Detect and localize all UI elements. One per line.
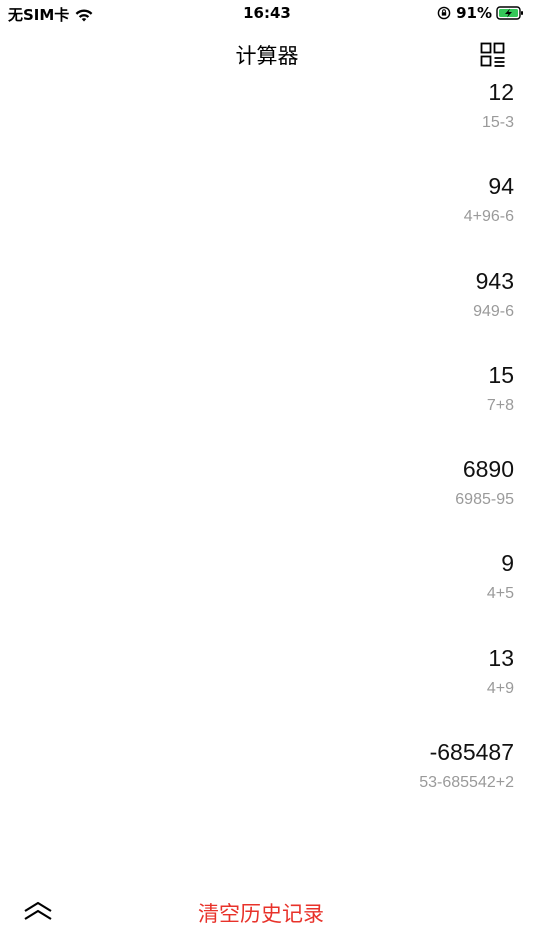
history-item[interactable]: 943 949-6: [0, 261, 534, 355]
battery-charging-icon: [496, 6, 523, 20]
history-item[interactable]: 6890 6985-95: [0, 449, 534, 543]
history-result: 94: [488, 173, 514, 200]
history-expression: 949-6: [473, 302, 514, 320]
history-item[interactable]: 94 4+96-6: [0, 166, 534, 260]
grid-icon[interactable]: [480, 42, 506, 68]
history-result: 12: [488, 79, 514, 105]
history-result: -685487: [429, 739, 514, 766]
history-expression: 15-3: [481, 114, 514, 131]
history-expression: 4+5: [486, 585, 514, 603]
history-item[interactable]: 15 7+8: [0, 355, 534, 449]
status-right: 91%: [437, 4, 524, 22]
history-expression: 4+9: [486, 679, 514, 697]
nav-bar: 计算器: [0, 36, 534, 72]
battery-percent: 91%: [456, 4, 492, 22]
bottom-bar: 清空历史记录: [0, 888, 534, 938]
double-chevron-up-icon[interactable]: [22, 898, 54, 924]
history-item[interactable]: 13 4+9: [0, 638, 534, 732]
history-result: 6890: [462, 456, 514, 483]
history-result: 15: [488, 361, 514, 388]
status-bar: 无SIM卡 16:43 91%: [0, 0, 534, 28]
history-result: 9: [501, 550, 514, 577]
history-expression: 7+8: [486, 396, 514, 414]
history-item[interactable]: -685487 53-685542+2: [0, 732, 534, 826]
history-item[interactable]: 9 4+5: [0, 543, 534, 637]
history-result: 943: [475, 267, 514, 294]
history-list: 12 15-3 94 4+96-6 943 949-6 15 7+8 6890 …: [0, 72, 534, 826]
clear-history-button[interactable]: 清空历史记录: [198, 898, 338, 928]
history-result: 13: [488, 644, 514, 671]
history-expression: 4+96-6: [463, 208, 514, 226]
history-expression: 6985-95: [455, 491, 514, 509]
page-title: 计算器: [235, 44, 299, 68]
history-expression: 53-685542+2: [419, 774, 514, 792]
history-item[interactable]: 12 15-3: [0, 72, 534, 166]
orientation-lock-icon: [437, 6, 451, 20]
